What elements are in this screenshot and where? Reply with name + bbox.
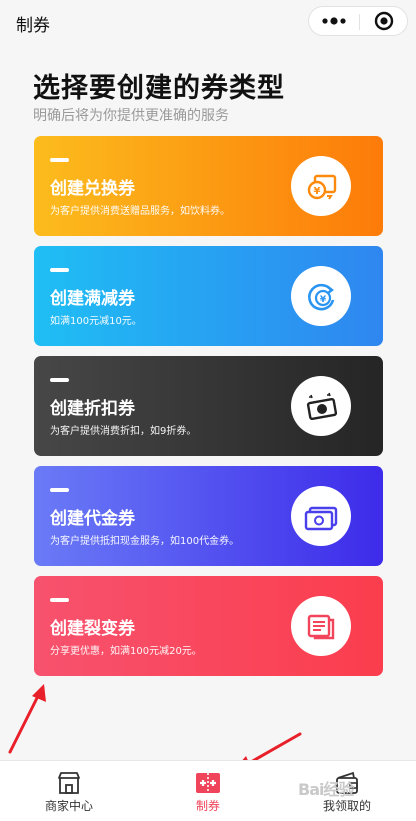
page-subtitle: 明确后将为你提供更准确的服务 <box>33 108 229 124</box>
nav-bar: 制券 <box>0 0 416 44</box>
create-coupon-icon <box>195 770 221 796</box>
card-dash <box>50 378 69 382</box>
page-title: 选择要创建的券类型 <box>33 73 285 104</box>
card-title: 创建兑换券 <box>50 179 135 199</box>
tab-label: 商家中心 <box>44 799 93 813</box>
discount-note-icon <box>291 376 351 436</box>
card-desc: 为客户提供消费送赠品服务，如饮料券。 <box>50 206 230 217</box>
tab-label: 制券 <box>195 799 220 813</box>
more-dots-icon <box>321 17 347 25</box>
card-desc: 如满100元减10元。 <box>50 316 142 327</box>
shop-icon <box>56 770 82 796</box>
cash-stack-icon <box>291 596 351 656</box>
capsule-menu <box>308 6 408 36</box>
card-dash <box>50 488 69 492</box>
card-dash <box>50 598 69 602</box>
exchange-coin-icon: ¥ <box>291 156 351 216</box>
card-dash <box>50 158 69 162</box>
card-cash-voucher[interactable]: 创建代金券 为客户提供抵扣现金服务，如100代金券。 <box>34 466 383 566</box>
circle-close-icon <box>374 11 394 31</box>
cash-voucher-icon <box>291 486 351 546</box>
card-title: 创建折扣券 <box>50 399 135 419</box>
card-exchange-coupon[interactable]: 创建兑换券 为客户提供消费送赠品服务，如饮料券。 ¥ <box>34 136 383 236</box>
card-title: 创建裂变券 <box>50 619 135 639</box>
yen-refund-icon: ¥ <box>291 266 351 326</box>
tab-merchant-center[interactable]: 商家中心 <box>0 761 138 821</box>
card-title: 创建满减券 <box>50 289 135 309</box>
card-desc: 为客户提供消费折扣，如9折券。 <box>50 426 197 437</box>
svg-text:¥: ¥ <box>314 186 321 197</box>
card-desc: 分享更优惠，如满100元减20元。 <box>50 646 202 657</box>
annotation-arrow-left <box>8 684 46 754</box>
tab-create-coupon[interactable]: 制券 <box>139 761 277 821</box>
card-desc: 为客户提供抵扣现金服务，如100代金券。 <box>50 536 240 547</box>
close-button[interactable] <box>360 7 408 35</box>
watermark-logo: Bai经验 <box>298 780 354 799</box>
more-button[interactable] <box>309 7 359 35</box>
card-dash <box>50 268 69 272</box>
tab-bar: 商家中心 制券 我领取的 <box>0 760 416 821</box>
svg-text:¥: ¥ <box>320 295 327 305</box>
nav-title: 制券 <box>16 16 50 36</box>
card-title: 创建代金券 <box>50 509 135 529</box>
card-discount-coupon[interactable]: 创建折扣券 为客户提供消费折扣，如9折券。 <box>34 356 383 456</box>
card-fission-coupon[interactable]: 创建裂变券 分享更优惠，如满100元减20元。 <box>34 576 383 676</box>
card-full-reduction-coupon[interactable]: 创建满减券 如满100元减10元。 ¥ <box>34 246 383 346</box>
